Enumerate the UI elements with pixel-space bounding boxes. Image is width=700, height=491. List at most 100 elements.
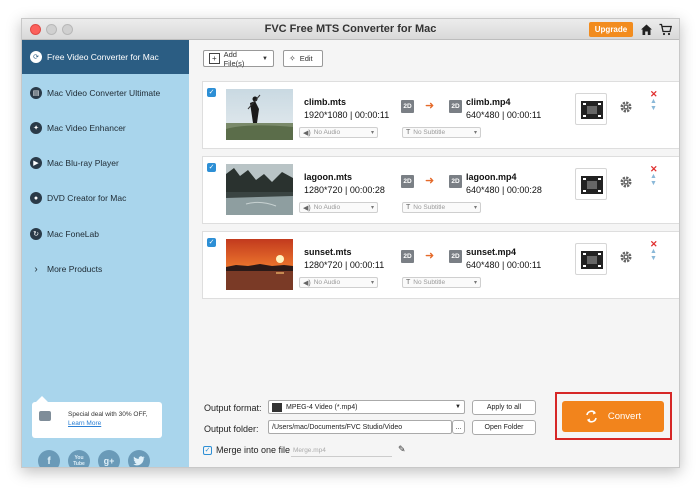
output-format-thumb[interactable]: [575, 243, 607, 275]
file-checkbox[interactable]: ✓: [207, 163, 216, 172]
audio-track-value: No Audio: [313, 129, 341, 136]
subtitle-dropdown[interactable]: T No Subtitle ▾: [402, 202, 481, 213]
output-format-thumb[interactable]: [575, 93, 607, 125]
subtitle-value: No Subtitle: [413, 129, 446, 136]
gear-icon[interactable]: [619, 250, 633, 264]
output-file-meta: 640*480 | 00:00:11: [466, 260, 542, 270]
arrow-right-icon: ➜: [425, 175, 435, 187]
move-down-icon[interactable]: ▼: [650, 105, 657, 112]
edit-sparkle-icon: ✧: [289, 54, 296, 63]
text-icon: T: [406, 204, 411, 211]
output-folder-label: Output folder:: [204, 424, 259, 434]
home-icon[interactable]: [640, 23, 653, 36]
sidebar-item-video-converter-ultimate[interactable]: ▤ Mac Video Converter Ultimate: [22, 76, 189, 110]
audio-track-dropdown[interactable]: ◀) No Audio ▾: [299, 202, 378, 213]
chevron-down-icon: ▾: [370, 205, 374, 211]
sidebar-item-video-enhancer[interactable]: ✦ Mac Video Enhancer: [22, 111, 189, 145]
edit-button[interactable]: ✧ Edit: [283, 50, 323, 67]
move-up-icon[interactable]: ▲: [650, 98, 657, 105]
add-files-button[interactable]: + Add File(s) ▼: [203, 50, 274, 68]
speaker-icon: ◀): [303, 279, 311, 287]
convert-button[interactable]: Convert: [562, 401, 664, 432]
sidebar-item-more-products[interactable]: › More Products: [22, 252, 189, 286]
window-title: FVC Free MTS Converter for Mac: [264, 23, 437, 35]
gear-icon[interactable]: [619, 100, 633, 114]
merge-label: Merge into one file: [216, 445, 291, 455]
chevron-down-icon: ▼: [455, 404, 461, 410]
arrow-right-icon: ➜: [425, 100, 435, 112]
file-checkbox[interactable]: ✓: [207, 238, 216, 247]
sidebar-item-fonelab[interactable]: ↻ Mac FoneLab: [22, 217, 189, 251]
video-thumbnail-sunset[interactable]: [226, 239, 293, 290]
output-folder-field[interactable]: /Users/mac/Documents/FVC Studio/Video: [268, 420, 452, 434]
audio-track-dropdown[interactable]: ◀) No Audio ▾: [299, 127, 378, 138]
chevron-down-icon: ▼: [262, 55, 268, 62]
apply-to-all-button[interactable]: Apply to all: [472, 400, 536, 415]
title-bar: FVC Free MTS Converter for Mac Upgrade: [22, 19, 679, 40]
sidebar-item-free-video-converter[interactable]: ⟳ Free Video Converter for Mac: [22, 40, 189, 74]
move-down-icon[interactable]: ▼: [650, 255, 657, 262]
twitter-icon[interactable]: [128, 450, 150, 467]
text-icon: T: [406, 129, 411, 136]
file-checkbox[interactable]: ✓: [207, 88, 216, 97]
source-file-name: sunset.mts: [304, 247, 352, 257]
sidebar-item-bluray-player[interactable]: ▶ Mac Blu-ray Player: [22, 146, 189, 180]
film-icon: [272, 402, 282, 412]
source-file-meta: 1280*720 | 00:00:11: [304, 260, 385, 270]
add-file-icon: +: [209, 53, 220, 64]
audio-track-dropdown[interactable]: ◀) No Audio ▾: [299, 277, 378, 288]
arrow-right-icon: ➜: [425, 250, 435, 262]
source-file-meta: 1920*1080 | 00:00:11: [304, 110, 390, 120]
film-icon: ▤: [30, 87, 42, 99]
output-format-label: Output format:: [204, 403, 262, 413]
audio-track-value: No Audio: [313, 279, 341, 286]
subtitle-value: No Subtitle: [413, 279, 446, 286]
google-plus-icon[interactable]: g+: [98, 450, 120, 467]
youtube-icon[interactable]: You Tube: [68, 450, 90, 467]
output-2d-badge[interactable]: 2D: [449, 250, 462, 263]
output-format-value: MPEG-4 Video (*.mp4): [286, 403, 358, 411]
text-icon: T: [406, 279, 411, 286]
convert-arrows-icon: [586, 410, 597, 423]
chevron-down-icon: ▾: [370, 280, 374, 286]
facebook-icon[interactable]: f: [38, 450, 60, 467]
app-window: FVC Free MTS Converter for Mac Upgrade ⟳…: [21, 18, 680, 468]
open-folder-button[interactable]: Open Folder: [472, 420, 536, 435]
merge-checkbox[interactable]: ✓: [203, 446, 212, 455]
source-2d-badge[interactable]: 2D: [401, 250, 414, 263]
source-2d-badge[interactable]: 2D: [401, 175, 414, 188]
subtitle-dropdown[interactable]: T No Subtitle ▾: [402, 277, 481, 288]
output-file-meta: 640*480 | 00:00:11: [466, 110, 542, 120]
output-file-name: lagoon.mp4: [466, 172, 517, 182]
sidebar-item-label: DVD Creator for Mac: [47, 193, 127, 203]
chat-icon: [39, 411, 51, 421]
sidebar-item-label: Free Video Converter for Mac: [47, 52, 159, 62]
pencil-icon[interactable]: ✎: [398, 444, 406, 455]
output-2d-badge[interactable]: 2D: [449, 175, 462, 188]
subtitle-dropdown[interactable]: T No Subtitle ▾: [402, 127, 481, 138]
learn-more-link[interactable]: Learn More: [68, 420, 101, 427]
cart-icon[interactable]: [659, 23, 672, 36]
upgrade-button[interactable]: Upgrade: [589, 22, 633, 37]
browse-folder-button[interactable]: ...: [452, 420, 465, 434]
chevron-down-icon: ▾: [370, 130, 374, 136]
sidebar-item-label: More Products: [47, 264, 103, 274]
chevron-right-icon: ›: [34, 263, 38, 275]
merge-filename-input[interactable]: Merge.mp4: [291, 444, 392, 457]
output-folder-value: /Users/mac/Documents/FVC Studio/Video: [272, 423, 403, 431]
sidebar-item-label: Mac Video Converter Ultimate: [47, 88, 161, 98]
move-up-icon[interactable]: ▲: [650, 173, 657, 180]
move-down-icon[interactable]: ▼: [650, 180, 657, 187]
video-thumbnail-climb[interactable]: [226, 89, 293, 140]
output-2d-badge[interactable]: 2D: [449, 100, 462, 113]
disc-icon: ●: [30, 192, 42, 204]
file-row: ✓ climb.mts 1920*1080 | 00:00:11 2D ➜ 2D…: [202, 81, 679, 149]
sidebar-item-label: Mac Blu-ray Player: [47, 158, 119, 168]
gear-icon[interactable]: [619, 175, 633, 189]
output-format-select[interactable]: MPEG-4 Video (*.mp4) ▼: [268, 400, 465, 414]
sidebar-item-dvd-creator[interactable]: ● DVD Creator for Mac: [22, 181, 189, 215]
output-format-thumb[interactable]: [575, 168, 607, 200]
source-2d-badge[interactable]: 2D: [401, 100, 414, 113]
video-thumbnail-lagoon[interactable]: [226, 164, 293, 215]
move-up-icon[interactable]: ▲: [650, 248, 657, 255]
